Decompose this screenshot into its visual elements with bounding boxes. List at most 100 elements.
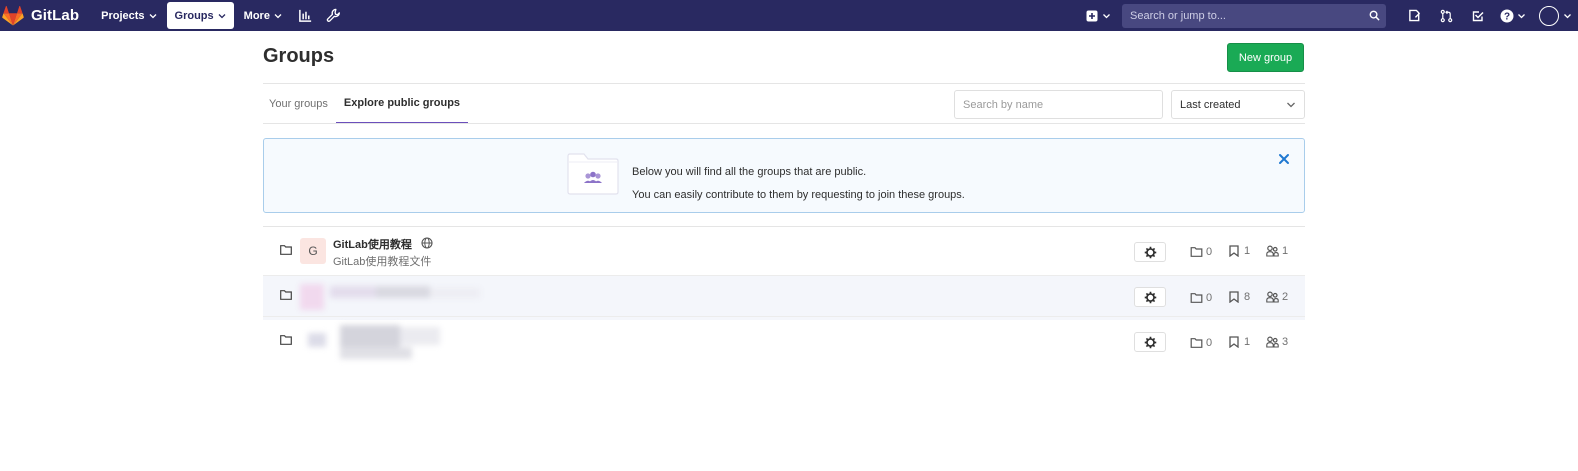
gear-icon [1144, 336, 1156, 348]
gitlab-logo-icon [2, 5, 24, 26]
sort-selected-label: Last created [1180, 98, 1241, 111]
activity-chart-icon [299, 9, 312, 22]
members-count-value: 2 [1282, 291, 1289, 303]
folder-icon [1190, 293, 1203, 303]
projects-count-value: 1 [1244, 245, 1251, 257]
users-icon [1266, 245, 1279, 257]
projects-count: 1 [1229, 245, 1250, 257]
divider [263, 123, 1305, 124]
new-dropdown-button[interactable] [1082, 2, 1114, 29]
folder-icon [280, 290, 292, 300]
members-count: 3 [1266, 336, 1288, 348]
members-count-value: 3 [1282, 336, 1289, 348]
redacted-group-info [300, 321, 450, 361]
search-by-name-input[interactable] [954, 90, 1163, 119]
issues-icon [1408, 9, 1420, 22]
members-count: 1 [1266, 245, 1288, 257]
group-name-link[interactable]: GitLab使用教程 [333, 236, 412, 252]
nav-projects-label: Projects [101, 9, 145, 22]
nav-more[interactable]: More [236, 2, 290, 29]
chevron-down-icon [1287, 102, 1295, 108]
nav-groups-label: Groups [174, 9, 214, 22]
group-settings-button[interactable] [1134, 332, 1166, 352]
merge-request-icon [1440, 9, 1452, 22]
activity-chart-button[interactable] [292, 2, 320, 29]
users-icon [1266, 336, 1279, 348]
new-group-button[interactable]: New group [1227, 43, 1304, 72]
chevron-down-icon [1563, 13, 1571, 18]
tab-your-groups[interactable]: Your groups [263, 84, 334, 124]
page-title: Groups [263, 45, 335, 67]
todos-button[interactable] [1462, 2, 1494, 29]
folder-icon [280, 335, 292, 345]
group-avatar[interactable]: G [300, 238, 326, 264]
chevron-down-icon [1102, 13, 1110, 18]
chevron-down-icon [1518, 13, 1525, 18]
help-dropdown[interactable]: ? [1494, 2, 1532, 29]
nav-projects[interactable]: Projects [93, 2, 164, 29]
group-row[interactable]: 0 8 2 [263, 276, 1305, 320]
nav-groups[interactable]: Groups [166, 2, 234, 29]
public-groups-notice: Below you will find all the groups that … [263, 138, 1305, 213]
subgroups-count-value: 0 [1206, 292, 1213, 304]
subgroups-count: 0 [1190, 292, 1212, 304]
globe-icon [421, 237, 433, 249]
subgroups-count-value: 0 [1206, 337, 1213, 349]
members-count-value: 1 [1282, 245, 1289, 257]
group-description: GitLab使用教程文件 [333, 256, 432, 268]
todo-check-icon [1472, 10, 1484, 21]
svg-text:?: ? [1504, 11, 1510, 22]
group-row[interactable]: 0 1 3 [263, 319, 1305, 363]
sort-dropdown[interactable]: Last created [1171, 90, 1305, 119]
global-search-input[interactable] [1130, 9, 1369, 22]
subgroups-count-value: 0 [1206, 246, 1213, 258]
bookmark-icon [1229, 336, 1239, 348]
group-settings-button[interactable] [1134, 287, 1166, 307]
subgroups-count: 0 [1190, 337, 1212, 349]
chevron-down-icon [274, 13, 282, 18]
redacted-group-info [300, 284, 500, 310]
projects-count: 8 [1229, 291, 1250, 303]
group-row[interactable]: G GitLab使用教程 GitLab使用教程文件 0 1 1 [263, 230, 1305, 274]
admin-area-button[interactable] [320, 2, 348, 29]
navbar-right: ? [1082, 0, 1578, 31]
nav-more-label: More [243, 9, 270, 22]
folder-icon [1190, 338, 1203, 348]
projects-count-value: 8 [1244, 291, 1251, 303]
plus-square-icon [1086, 10, 1097, 21]
user-menu-dropdown[interactable] [1532, 2, 1578, 29]
chevron-down-icon [149, 13, 156, 18]
subgroups-count: 0 [1190, 246, 1212, 258]
bookmark-icon [1229, 245, 1239, 257]
divider [263, 226, 1305, 227]
search-icon [1369, 10, 1380, 21]
help-icon: ? [1500, 9, 1514, 22]
issues-button[interactable] [1398, 2, 1430, 29]
global-search[interactable] [1122, 3, 1386, 28]
members-count: 2 [1266, 291, 1288, 303]
gitlab-home-link[interactable]: GitLab [0, 0, 79, 31]
folder-icon [280, 245, 292, 255]
notice-line-2: You can easily contribute to them by req… [632, 189, 965, 201]
folder-icon [1190, 247, 1203, 257]
close-icon[interactable] [1277, 152, 1291, 166]
notice-line-1: Below you will find all the groups that … [632, 166, 867, 178]
tab-explore-public-groups[interactable]: Explore public groups [335, 84, 469, 124]
wrench-icon [327, 8, 341, 22]
divider [263, 316, 1305, 317]
groups-folder-illustration [567, 153, 619, 195]
notice-text: Below you will find all the groups that … [632, 161, 965, 207]
projects-count-value: 1 [1244, 336, 1251, 348]
bookmark-icon [1229, 291, 1239, 303]
merge-requests-button[interactable] [1430, 2, 1462, 29]
group-settings-button[interactable] [1134, 242, 1166, 262]
projects-count: 1 [1229, 336, 1250, 348]
user-avatar-icon [1538, 5, 1559, 26]
users-icon [1266, 291, 1279, 303]
chevron-down-icon [218, 13, 226, 18]
top-navbar: GitLab Projects Groups More Search or ju… [0, 0, 1578, 31]
group-tabs: Your groups Explore public groups [263, 84, 469, 124]
gear-icon [1144, 291, 1156, 303]
gear-icon [1144, 246, 1156, 258]
brand-name: GitLab [31, 7, 80, 24]
